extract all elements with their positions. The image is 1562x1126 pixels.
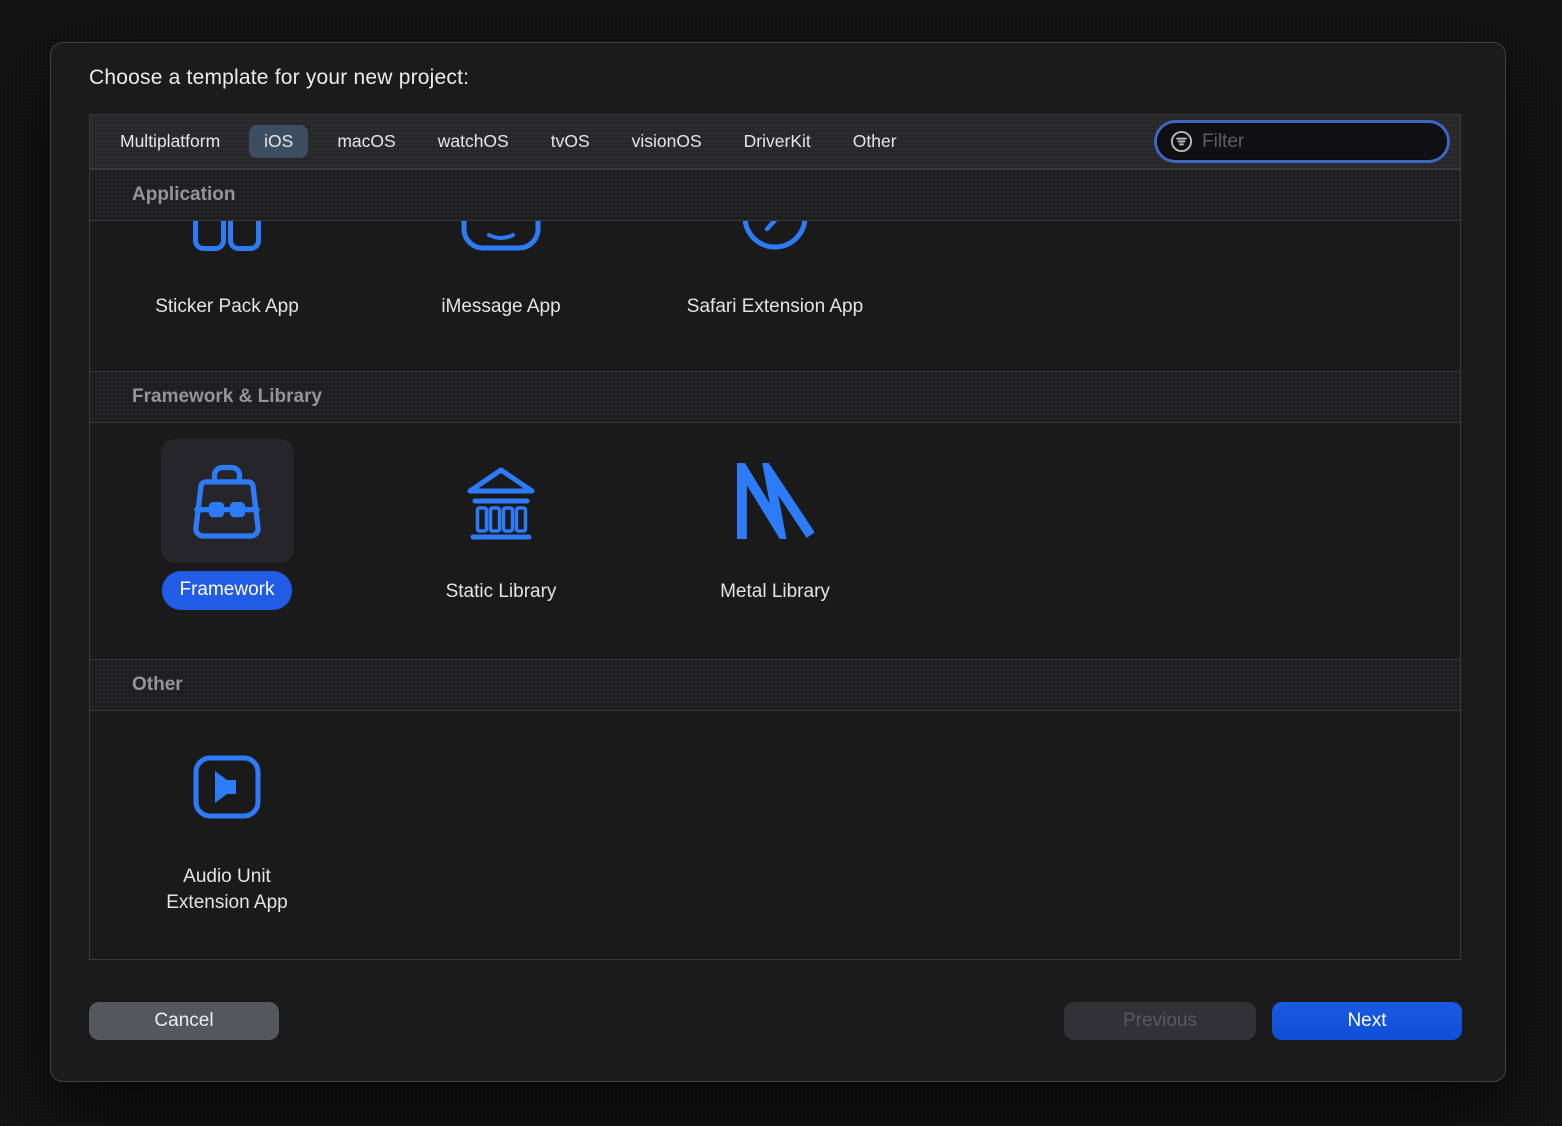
section-header-framework-library: Framework & Library bbox=[90, 371, 1460, 423]
tab-driverkit[interactable]: DriverKit bbox=[744, 131, 811, 152]
template-item-sticker-pack-app[interactable]: Sticker Pack App bbox=[90, 221, 364, 371]
tab-tvos[interactable]: tvOS bbox=[551, 131, 590, 152]
filter-circle-icon bbox=[1170, 130, 1193, 153]
filter-field[interactable] bbox=[1157, 123, 1447, 160]
template-chooser: Multiplatform iOS macOS watchOS tvOS vis… bbox=[89, 114, 1461, 960]
section-row-framework-library: Framework Static L bbox=[90, 423, 1460, 659]
tab-macos[interactable]: macOS bbox=[337, 131, 395, 152]
safari-extension-icon bbox=[741, 221, 809, 251]
framework-toolbox-icon bbox=[179, 455, 275, 547]
desktop-background: Choose a template for your new project: … bbox=[0, 0, 1562, 1126]
filter-input[interactable] bbox=[1202, 131, 1434, 153]
tab-visionos[interactable]: visionOS bbox=[632, 131, 702, 152]
template-item-framework[interactable]: Framework bbox=[90, 423, 364, 659]
new-project-template-dialog: Choose a template for your new project: … bbox=[50, 42, 1506, 1082]
dialog-title: Choose a template for your new project: bbox=[89, 66, 469, 90]
section-header-other: Other bbox=[90, 659, 1460, 711]
template-item-imessage-app[interactable]: iMessage App bbox=[364, 221, 638, 371]
template-item-label-selected: Framework bbox=[162, 571, 291, 610]
template-item-static-library[interactable]: Static Library bbox=[364, 423, 638, 659]
template-item-safari-extension-app[interactable]: Safari Extension App bbox=[638, 221, 912, 371]
tab-watchos[interactable]: watchOS bbox=[438, 131, 509, 152]
tab-multiplatform[interactable]: Multiplatform bbox=[120, 131, 220, 152]
template-item-label: Safari Extension App bbox=[687, 294, 863, 320]
template-item-label: iMessage App bbox=[441, 294, 560, 320]
selected-item-tile bbox=[161, 439, 294, 563]
platform-tabbar: Multiplatform iOS macOS watchOS tvOS vis… bbox=[90, 115, 1460, 169]
section-header-application: Application bbox=[90, 169, 1460, 221]
template-item-label: Metal Library bbox=[720, 579, 830, 605]
cancel-button[interactable]: Cancel bbox=[89, 1002, 279, 1040]
template-item-label: Static Library bbox=[446, 579, 557, 605]
metal-library-icon bbox=[736, 463, 814, 539]
section-row-application: Sticker Pack App iMessage App bbox=[90, 221, 1460, 371]
tab-other[interactable]: Other bbox=[853, 131, 897, 152]
template-item-label: Sticker Pack App bbox=[155, 294, 299, 320]
next-button[interactable]: Next bbox=[1272, 1002, 1462, 1040]
section-row-other: Audio Unit Extension App bbox=[90, 711, 1460, 959]
dialog-footer: Cancel Previous Next bbox=[89, 1002, 1462, 1040]
previous-button[interactable]: Previous bbox=[1064, 1002, 1256, 1040]
audio-unit-icon bbox=[193, 755, 261, 819]
template-item-label: Audio Unit Extension App bbox=[145, 864, 310, 916]
tab-ios[interactable]: iOS bbox=[249, 125, 308, 158]
static-library-icon bbox=[461, 461, 541, 541]
template-item-audio-unit-extension-app[interactable]: Audio Unit Extension App bbox=[90, 711, 364, 959]
sticker-pack-icon bbox=[192, 221, 262, 251]
template-item-metal-library[interactable]: Metal Library bbox=[638, 423, 912, 659]
imessage-icon bbox=[461, 221, 541, 251]
